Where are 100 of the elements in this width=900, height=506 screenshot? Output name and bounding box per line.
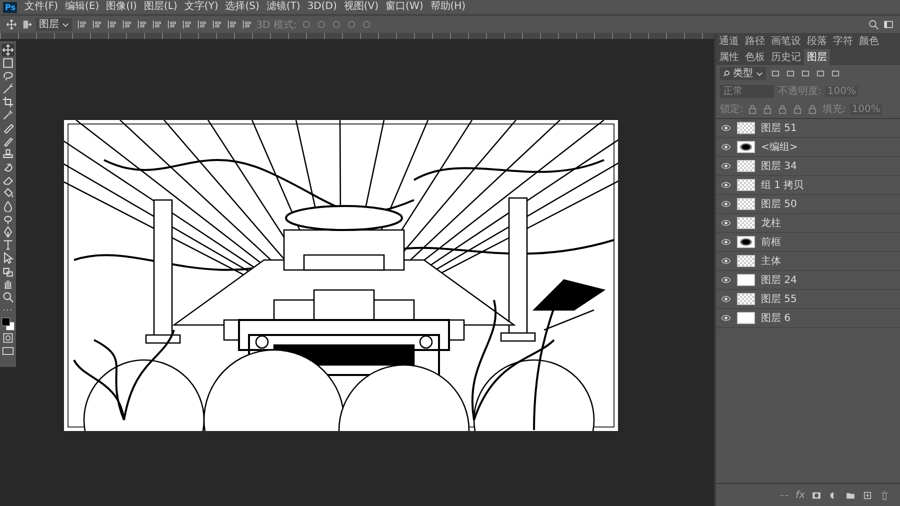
align-icon[interactable] xyxy=(181,19,192,30)
eye-icon[interactable] xyxy=(721,181,731,189)
mask-icon[interactable] xyxy=(811,490,822,500)
menu-item[interactable]: 图层(L) xyxy=(144,0,178,14)
panel-tab[interactable]: 历史记 xyxy=(768,49,804,65)
quick-mask-icon[interactable] xyxy=(2,332,14,344)
panel-tab[interactable]: 色板 xyxy=(742,49,768,65)
eraser-tool-icon[interactable] xyxy=(2,174,14,186)
align-icon[interactable] xyxy=(226,19,238,30)
layer-row[interactable]: <编组> xyxy=(716,138,900,157)
layer-thumbnail xyxy=(737,160,755,172)
panel-tab[interactable]: 属性 xyxy=(716,49,742,65)
eye-icon[interactable] xyxy=(721,276,731,284)
menu-item[interactable]: 文件(F) xyxy=(24,0,58,14)
eye-icon[interactable] xyxy=(721,219,731,227)
layer-row[interactable]: 龙柱 xyxy=(716,214,900,233)
eye-icon[interactable] xyxy=(721,143,731,151)
fx-button[interactable]: fx xyxy=(796,490,805,500)
align-icon[interactable] xyxy=(106,19,118,30)
panel-tab[interactable]: 图层 xyxy=(804,49,830,65)
marquee-tool-icon[interactable] xyxy=(2,57,14,69)
layer-row[interactable]: 图层 55 xyxy=(716,290,900,309)
eye-icon[interactable] xyxy=(721,314,731,322)
panel-tab[interactable]: 字符 xyxy=(830,33,856,49)
panel-tab[interactable]: 画笔设 xyxy=(768,33,804,49)
layer-row[interactable]: 图层 51 xyxy=(716,119,900,138)
zoom-tool-icon[interactable] xyxy=(2,291,14,303)
align-icon[interactable] xyxy=(151,19,162,30)
menu-item[interactable]: 滤镜(T) xyxy=(266,0,300,14)
target-dropdown[interactable]: 图层 xyxy=(36,18,72,31)
menu-item[interactable]: 视图(V) xyxy=(344,0,379,14)
lock-icon[interactable] xyxy=(807,104,818,114)
panel-tab[interactable]: 段落 xyxy=(804,33,830,49)
eye-icon[interactable] xyxy=(721,295,731,303)
lock-icon[interactable] xyxy=(777,104,788,114)
eye-icon[interactable] xyxy=(721,124,731,132)
wand-tool-icon[interactable] xyxy=(2,83,14,95)
blur-tool-icon[interactable] xyxy=(2,200,14,212)
menu-item[interactable]: 选择(S) xyxy=(225,0,260,14)
lock-icon[interactable] xyxy=(762,104,774,114)
dodge-tool-icon[interactable] xyxy=(2,213,14,225)
panel-tab[interactable]: 颜色 xyxy=(856,33,882,49)
align-icon[interactable] xyxy=(91,19,102,30)
layer-name: 图层 34 xyxy=(761,160,797,173)
lasso-tool-icon[interactable] xyxy=(2,70,14,82)
layer-row[interactable]: 图层 50 xyxy=(716,195,900,214)
search-icon[interactable] xyxy=(868,19,879,30)
stamp-tool-icon[interactable] xyxy=(2,148,14,160)
filter-icon[interactable] xyxy=(800,68,812,79)
menu-item[interactable]: 编辑(E) xyxy=(65,0,100,14)
layer-thumbnail xyxy=(737,141,755,153)
eye-icon[interactable] xyxy=(721,257,731,265)
align-icon[interactable] xyxy=(121,19,132,30)
crop-tool-icon[interactable] xyxy=(2,96,14,108)
filter-dropdown[interactable]: 类型 xyxy=(720,67,766,80)
menu-item[interactable]: 文字(Y) xyxy=(184,0,218,14)
panel-tab[interactable]: 通道 xyxy=(716,33,742,49)
align-icon[interactable] xyxy=(76,19,88,30)
lock-icon[interactable] xyxy=(747,104,758,114)
lock-icon[interactable] xyxy=(792,104,804,114)
bucket-tool-icon[interactable] xyxy=(2,187,14,199)
filter-icon[interactable] xyxy=(830,68,842,79)
menu-item[interactable]: 窗口(W) xyxy=(386,0,424,14)
screen-mode-icon[interactable] xyxy=(2,345,14,357)
auto-select-icon[interactable] xyxy=(21,19,32,30)
pointer-tool-icon[interactable] xyxy=(2,252,14,264)
shape-tool-icon[interactable] xyxy=(2,265,14,277)
move-tool-icon[interactable] xyxy=(2,44,14,56)
color-swatches-icon[interactable] xyxy=(1,317,15,331)
filter-icon[interactable] xyxy=(815,68,826,79)
workspace-icon[interactable] xyxy=(883,19,894,30)
layer-row[interactable]: 图层 34 xyxy=(716,157,900,176)
eyedropper-tool-icon[interactable] xyxy=(2,109,14,121)
layer-row[interactable]: 图层 24 xyxy=(716,271,900,290)
align-icon[interactable] xyxy=(241,19,252,30)
panel-tab[interactable]: 路径 xyxy=(742,33,768,49)
type-tool-icon[interactable] xyxy=(2,239,14,251)
menu-item[interactable]: 3D(D) xyxy=(307,0,337,14)
new-layer-icon[interactable] xyxy=(862,490,873,500)
eye-icon[interactable] xyxy=(721,200,731,208)
move-icon[interactable] xyxy=(6,19,17,30)
pen-tool-icon[interactable] xyxy=(2,226,14,238)
eye-icon[interactable] xyxy=(721,162,731,170)
layer-row[interactable]: 组 1 拷贝 xyxy=(716,176,900,195)
align-icon[interactable] xyxy=(136,19,148,30)
layer-row[interactable]: 前框 xyxy=(716,233,900,252)
align-icon[interactable] xyxy=(211,19,222,30)
layer-name: 主体 xyxy=(761,254,781,268)
eye-icon[interactable] xyxy=(721,238,731,246)
brush-tool-icon[interactable] xyxy=(2,135,14,147)
align-icon[interactable] xyxy=(196,19,208,30)
align-icon[interactable] xyxy=(166,19,178,30)
filter-icon[interactable] xyxy=(785,68,796,79)
layer-row[interactable]: 图层 6 xyxy=(716,309,900,328)
layer-row[interactable]: 主体 xyxy=(716,252,900,271)
adjustment-icon[interactable] xyxy=(828,490,839,500)
trash-icon[interactable] xyxy=(879,490,890,500)
filter-icon[interactable] xyxy=(770,68,782,79)
menu-item[interactable]: 图像(I) xyxy=(106,0,137,14)
menu-item[interactable]: 帮助(H) xyxy=(430,0,466,14)
